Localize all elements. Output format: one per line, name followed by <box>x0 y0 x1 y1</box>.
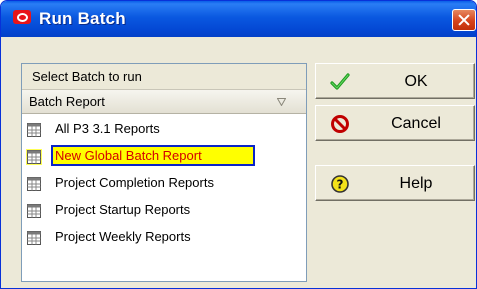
list-item[interactable]: Project Completion Reports <box>22 172 306 199</box>
panel-header-label: Select Batch to run <box>32 69 142 84</box>
list-item-label: All P3 3.1 Reports <box>55 121 160 136</box>
list-item[interactable]: Project Startup Reports <box>22 199 306 226</box>
question-icon: ? <box>331 175 349 193</box>
run-batch-dialog: Run Batch Select Batch to run Batch Repo… <box>0 0 477 289</box>
cancel-label: Cancel <box>391 115 441 132</box>
list-item-label: Project Weekly Reports <box>55 229 191 244</box>
ok-button[interactable]: OK <box>315 63 475 99</box>
report-grid-icon <box>27 231 41 245</box>
cancel-button[interactable]: Cancel <box>315 105 475 141</box>
report-grid-icon <box>27 177 41 191</box>
checkmark-icon <box>330 73 350 90</box>
ok-label: OK <box>404 73 428 90</box>
no-entry-icon <box>331 115 349 133</box>
list-item-label: New Global Batch Report <box>55 148 202 163</box>
list-item[interactable]: All P3 3.1 Reports <box>22 118 306 145</box>
title-bar[interactable]: Run Batch <box>1 1 476 37</box>
column-header-label: Batch Report <box>29 94 105 109</box>
help-label: Help <box>399 175 433 192</box>
list-item[interactable]: Project Weekly Reports <box>22 226 306 253</box>
panel-header: Select Batch to run <box>22 64 306 90</box>
close-icon[interactable] <box>452 9 476 31</box>
batch-list-panel: Select Batch to run Batch Report All P3 … <box>21 63 307 282</box>
report-grid-icon <box>26 149 42 165</box>
window-title: Run Batch <box>39 9 126 28</box>
report-grid-icon <box>27 123 41 137</box>
svg-text:?: ? <box>337 178 344 192</box>
column-header-batch-report[interactable]: Batch Report <box>22 90 306 114</box>
batch-report-list: All P3 3.1 Reports New Global Batch Repor… <box>22 118 306 253</box>
list-item-label: Project Startup Reports <box>55 202 191 217</box>
oracle-icon <box>13 10 31 24</box>
list-item-label: Project Completion Reports <box>55 175 214 190</box>
help-button[interactable]: ? Help <box>315 165 475 201</box>
sort-triangle-icon <box>277 98 286 106</box>
list-item[interactable]: New Global Batch Report <box>22 145 306 172</box>
report-grid-icon <box>27 204 41 218</box>
